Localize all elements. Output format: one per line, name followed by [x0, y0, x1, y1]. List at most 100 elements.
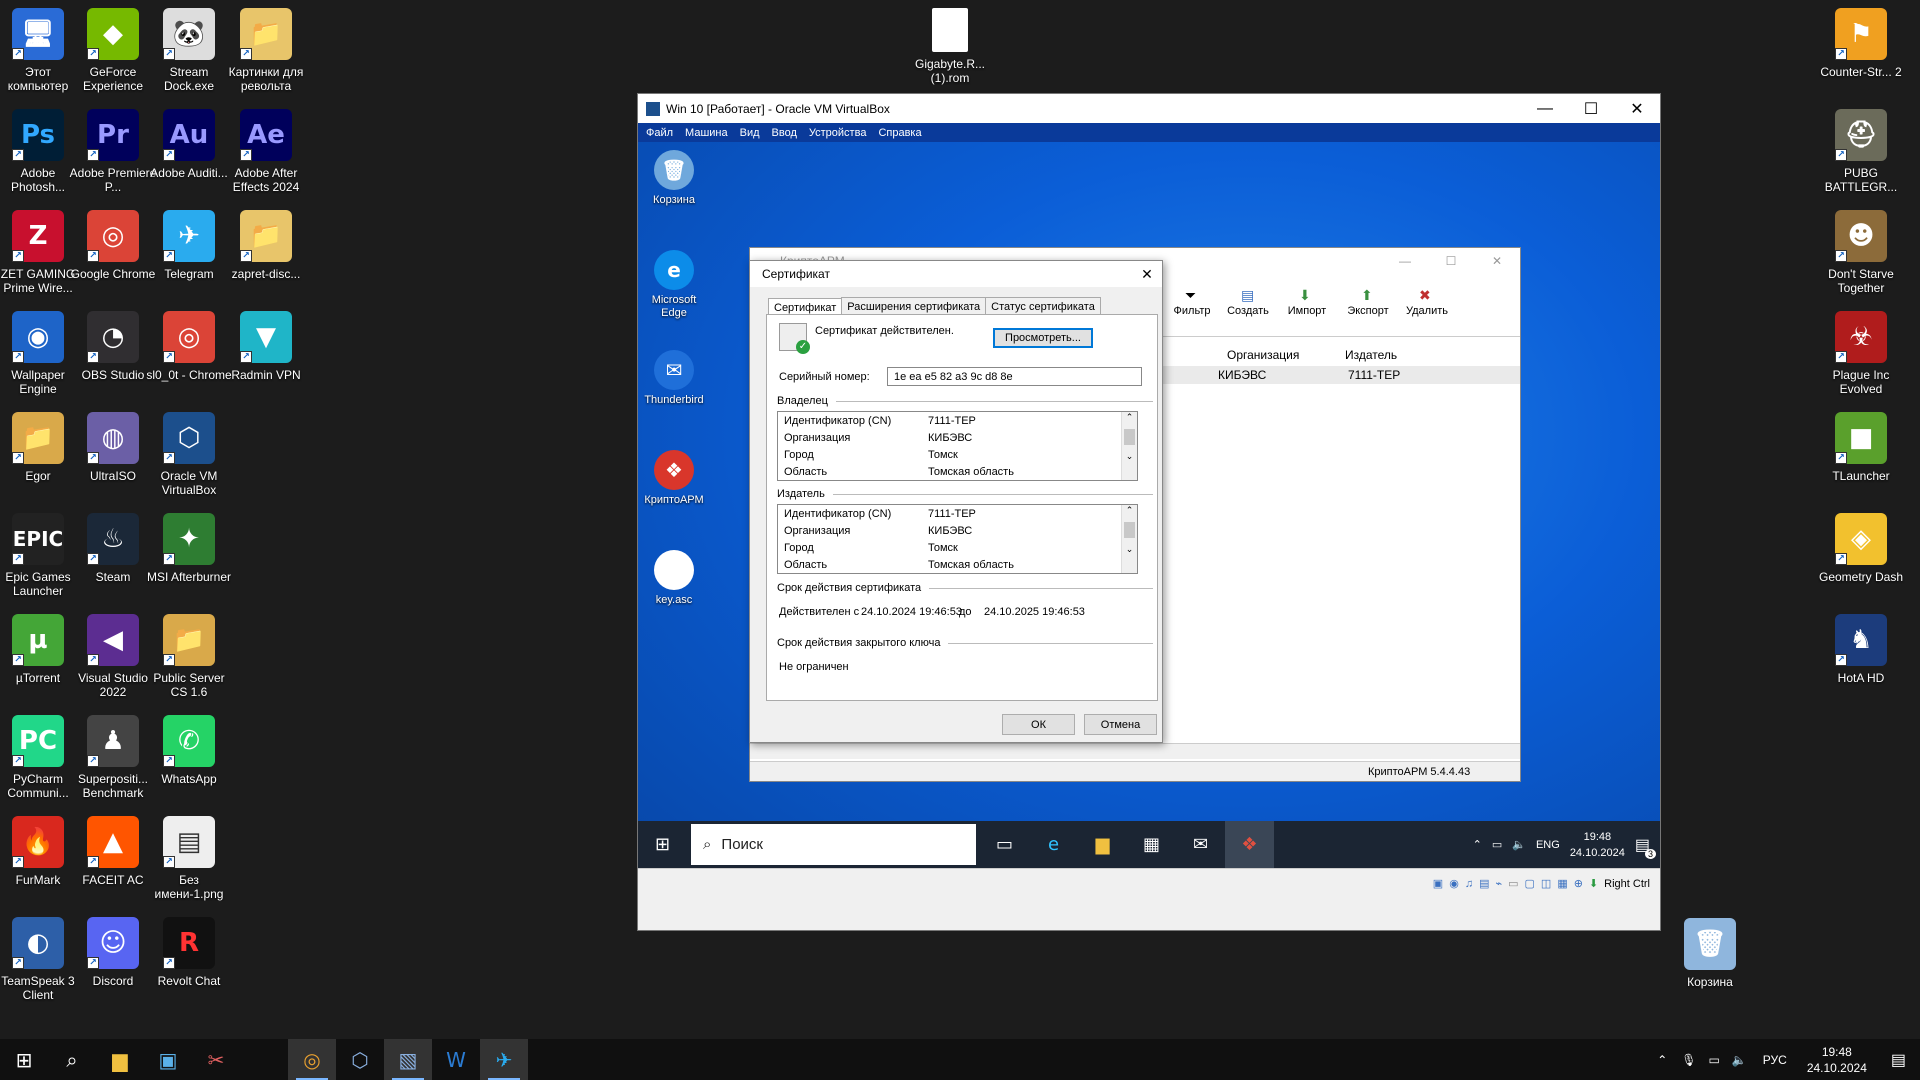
- word-taskbar-icon[interactable]: W: [432, 1039, 480, 1080]
- desktop-icon[interactable]: ⚑ ↗ Counter-Str... 2: [1819, 8, 1903, 79]
- maximize-icon[interactable]: ☐: [1568, 99, 1614, 119]
- desktop-icon[interactable]: ◎ ↗ sl0_0t - Chrome: [146, 311, 232, 382]
- list-item[interactable]: Идентификатор (CN) 7111-ТЕР: [778, 412, 1137, 429]
- serial-field[interactable]: 1e ea e5 82 a3 9c d8 8e: [887, 367, 1142, 386]
- desktop-icon[interactable]: Z ↗ ZET GAMING Prime Wire...: [0, 210, 80, 295]
- owner-scrollbar[interactable]: ⌃ ⌄: [1121, 412, 1137, 480]
- maximize-icon[interactable]: ☐: [1428, 254, 1474, 268]
- hdd-icon[interactable]: ▣: [1433, 877, 1443, 890]
- desktop-icon[interactable]: ◀ ↗ Visual Studio 2022: [71, 614, 155, 699]
- desktop-icon[interactable]: 📁 ↗ Картинки для револьта: [224, 8, 308, 93]
- chevron-up-icon[interactable]: ⌃: [1657, 1053, 1667, 1067]
- desktop-icon[interactable]: Ae ↗ Adobe After Effects 2024: [224, 109, 308, 194]
- list-item[interactable]: Идентификатор (CN) 7111-ТЕР: [778, 505, 1137, 522]
- issuer-scrollbar[interactable]: ⌃ ⌄: [1121, 505, 1137, 573]
- volume-icon[interactable]: 🔈: [1732, 1053, 1747, 1067]
- virtualbox-manager-taskbar-icon[interactable]: ⬡: [336, 1039, 384, 1080]
- guest-clock[interactable]: 19:48 24.10.2024: [1570, 829, 1625, 861]
- mouse-integration-icon[interactable]: ⊕: [1574, 877, 1583, 890]
- notification-icon[interactable]: ▤: [1891, 1050, 1906, 1070]
- list-item[interactable]: Область Томская область: [778, 556, 1137, 573]
- close-icon[interactable]: ✕: [1474, 254, 1520, 268]
- display-icon[interactable]: ▢: [1525, 877, 1535, 890]
- list-item[interactable]: Город Томск: [778, 446, 1137, 463]
- desktop-icon[interactable]: Pr ↗ Adobe Premiere P...: [70, 109, 156, 194]
- desktop-icon[interactable]: 🖥 ↗ Этот компьютер: [0, 8, 80, 93]
- view-button[interactable]: Просмотреть...: [993, 328, 1093, 348]
- list-item[interactable]: Организация КИБЭВС: [778, 522, 1137, 539]
- desktop-icon[interactable]: ◍ ↗ UltraISO: [71, 412, 155, 483]
- guest-search-box[interactable]: ⌕ Поиск: [691, 824, 976, 865]
- desktop-icon[interactable]: ☻ ↗ Don't Starve Together: [1819, 210, 1903, 295]
- microphone-icon[interactable]: 🎙: [1681, 1053, 1696, 1067]
- volume-icon[interactable]: 🔈: [1512, 838, 1526, 851]
- list-item[interactable]: Область Томская область: [778, 463, 1137, 480]
- cpu-icon[interactable]: ▦: [1557, 877, 1567, 890]
- ok-button[interactable]: ОК: [1002, 714, 1075, 735]
- desktop-icon[interactable]: ✆ ↗ WhatsApp: [147, 715, 231, 786]
- shared-folder-icon[interactable]: ▭: [1508, 877, 1518, 890]
- desktop-icon[interactable]: 🗑 Корзина: [639, 150, 709, 207]
- desktop-icon[interactable]: ▯ key.asc: [639, 550, 709, 607]
- guest-lang[interactable]: ENG: [1536, 839, 1560, 851]
- desktop-icon[interactable]: ◔ ↗ OBS Studio: [71, 311, 155, 382]
- desktop-icon[interactable]: ◉ ↗ Wallpaper Engine: [0, 311, 80, 396]
- desktop-icon[interactable]: ◐ ↗ TeamSpeak 3 Client: [0, 917, 80, 1002]
- desktop-icon[interactable]: ▼ ↗ Radmin VPN: [224, 311, 308, 382]
- desktop-icon[interactable]: ⬡ ↗ Oracle VM VirtualBox: [147, 412, 231, 497]
- start-icon[interactable]: ⊞: [0, 1039, 48, 1080]
- desktop-icon[interactable]: Au ↗ Adobe Auditi...: [147, 109, 231, 180]
- desktop-icon[interactable]: ■ ↗ TLauncher: [1819, 412, 1903, 483]
- chevron-down-icon[interactable]: ⌄: [1122, 544, 1137, 555]
- filter-button[interactable]: ⏷ Фильтр: [1165, 283, 1219, 331]
- chevron-up-icon[interactable]: ⌃: [1122, 505, 1137, 516]
- list-item[interactable]: Город Томск: [778, 539, 1137, 556]
- export-button[interactable]: ⬆ Экспорт: [1337, 283, 1399, 331]
- desktop-icon[interactable]: 📁 ↗ Public Server CS 1.6: [147, 614, 231, 699]
- menu-machine[interactable]: Машина: [685, 127, 728, 139]
- explorer-taskbar-icon[interactable]: ▆: [1078, 821, 1127, 868]
- desktop-icon[interactable]: ◈ ↗ Geometry Dash: [1819, 513, 1903, 584]
- column-organization[interactable]: Организация: [1227, 348, 1299, 362]
- desktop-icon[interactable]: ◆ ↗ GeForce Experience: [71, 8, 155, 93]
- minimize-icon[interactable]: —: [1382, 254, 1428, 268]
- desktop-icon[interactable]: ▤ ↗ Без имени-1.png: [147, 816, 231, 901]
- mail-taskbar-icon[interactable]: ✉: [1176, 821, 1225, 868]
- desktop-icon[interactable]: EPIC ↗ Epic Games Launcher: [0, 513, 80, 598]
- cancel-button[interactable]: Отмена: [1084, 714, 1157, 735]
- audio-icon[interactable]: ♫: [1465, 878, 1473, 890]
- control-panel-taskbar-icon[interactable]: ▣: [144, 1039, 192, 1080]
- host-clock[interactable]: 19:48 24.10.2024: [1807, 1044, 1867, 1076]
- desktop-icon[interactable]: ☺ ↗ Discord: [71, 917, 155, 988]
- snipping-taskbar-icon[interactable]: ✂: [192, 1039, 240, 1080]
- delete-button[interactable]: ✖ Удалить: [1399, 283, 1455, 331]
- menu-devices[interactable]: Устройства: [809, 127, 867, 139]
- close-icon[interactable]: ✕: [1614, 99, 1660, 119]
- horizontal-scrollbar[interactable]: [750, 743, 1520, 759]
- minimize-icon[interactable]: —: [1522, 100, 1568, 118]
- desktop-icon[interactable]: 📁 ↗ zapret-disc...: [224, 210, 308, 281]
- create-button[interactable]: ▤ Создать: [1219, 283, 1277, 331]
- network-icon[interactable]: ▭: [1492, 838, 1502, 851]
- list-item[interactable]: Организация КИБЭВС: [778, 429, 1137, 446]
- desktop-icon[interactable]: ▲ ↗ FACEIT AC: [71, 816, 155, 887]
- desktop-icon[interactable]: 🐼 ↗ Stream Dock.exe: [147, 8, 231, 93]
- issuer-list[interactable]: Идентификатор (CN) 7111-ТЕР Организация КИБ…: [777, 504, 1138, 574]
- host-key-icon[interactable]: ⬇: [1589, 877, 1598, 890]
- column-issuer[interactable]: Издатель: [1345, 348, 1397, 362]
- recording-icon[interactable]: ◫: [1541, 877, 1551, 890]
- explorer-taskbar-icon[interactable]: ▆: [96, 1039, 144, 1080]
- desktop-icon[interactable]: 🔥 ↗ FurMark: [0, 816, 80, 887]
- desktop-icon[interactable]: ✈ ↗ Telegram: [147, 210, 231, 281]
- host-lang[interactable]: РУС: [1763, 1053, 1787, 1067]
- desktop-icon[interactable]: µ ↗ µTorrent: [0, 614, 80, 685]
- import-button[interactable]: ⬇ Импорт: [1277, 283, 1337, 331]
- desktop-icon[interactable]: ❖ КриптоАРМ: [639, 450, 709, 507]
- desktop-icon[interactable]: ♞ ↗ HotA HD: [1819, 614, 1903, 685]
- chevron-up-icon[interactable]: ⌃: [1122, 412, 1137, 423]
- telegram-taskbar-icon[interactable]: ✈: [480, 1039, 528, 1080]
- search-icon[interactable]: ⌕: [48, 1039, 96, 1080]
- desktop-icon[interactable]: ♨ ↗ Steam: [71, 513, 155, 584]
- desktop-icon-rom-file[interactable]: Gigabyte.R... (1).rom: [908, 8, 992, 85]
- chevron-up-icon[interactable]: ⌃: [1473, 838, 1482, 851]
